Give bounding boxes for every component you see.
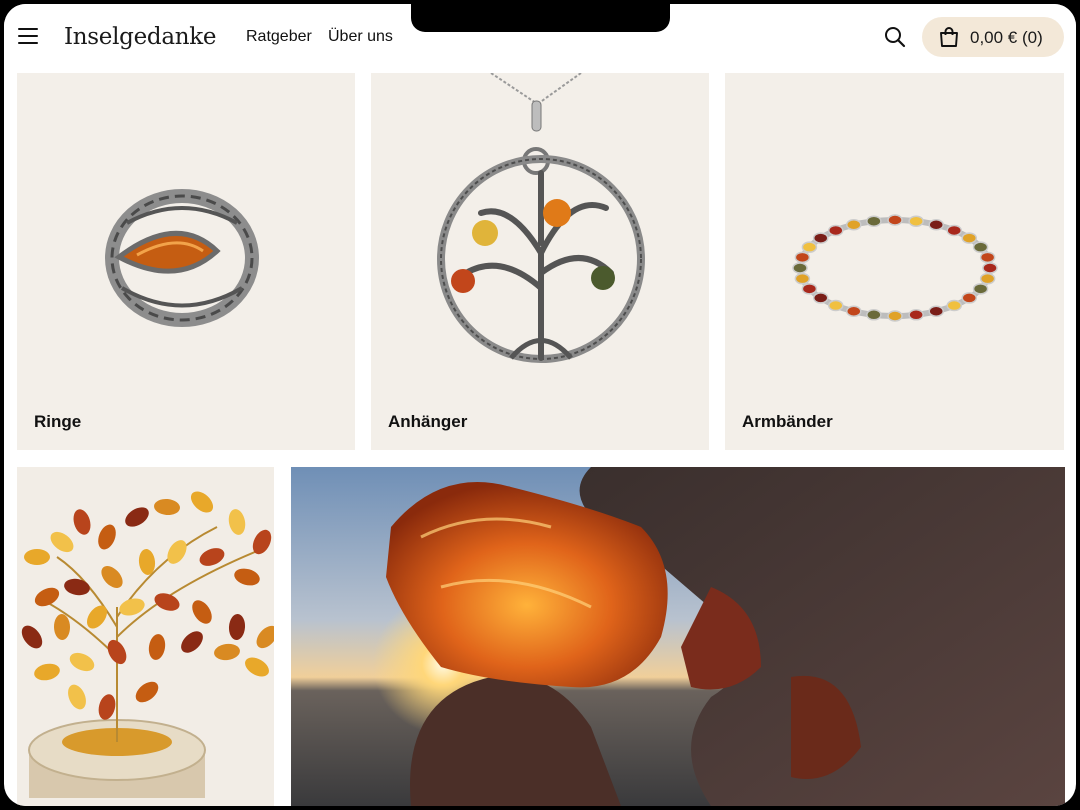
bracelet-stone <box>972 283 989 295</box>
amber-leaf <box>190 491 214 513</box>
amber-leaf <box>21 625 43 649</box>
amber-leaf <box>53 614 71 640</box>
nav-link-ueber-uns[interactable]: Über uns <box>328 28 393 46</box>
bracelet-stone <box>794 251 811 264</box>
amber-tree-image <box>21 491 274 798</box>
bracelet-stone <box>961 292 978 304</box>
bracelet-stone <box>828 299 844 312</box>
bracelet-stone <box>801 283 818 295</box>
amber-leaf <box>73 509 91 535</box>
amber-leaf <box>64 578 90 596</box>
category-tile-armbaender[interactable]: Armbänder <box>725 73 1064 450</box>
bracelet-stone <box>794 272 811 285</box>
bracelet-stone <box>979 272 996 285</box>
shopping-bag-icon <box>940 27 958 47</box>
amber-leaf <box>98 524 116 550</box>
bracelet-stone <box>801 241 818 253</box>
amber-leaf <box>245 657 269 677</box>
amber-leaf <box>256 625 274 649</box>
bracelet-stone <box>846 219 862 231</box>
nav-link-ratgeber[interactable]: Ratgeber <box>246 28 312 46</box>
cart-total: 0,00 € (0) <box>970 28 1043 47</box>
ring-image <box>105 189 259 327</box>
amber-leaf <box>34 587 60 607</box>
amber-leaf <box>34 663 60 681</box>
amber-leaf <box>228 509 246 535</box>
amber-leaf <box>192 600 212 624</box>
amber-leaf <box>50 531 74 553</box>
amber-sunset-banner[interactable] <box>291 467 1065 806</box>
bracelet-stone <box>928 219 944 231</box>
bracelet-stone <box>812 232 829 244</box>
category-label-anhaenger: Anhänger <box>388 412 468 431</box>
category-label-armbaender: Armbänder <box>742 412 833 431</box>
bracelet-stone <box>908 215 924 227</box>
amber-leaf <box>181 631 203 653</box>
bracelet-stone <box>972 241 989 253</box>
cart-button[interactable]: 0,00 € (0) <box>922 17 1064 57</box>
bracelet-stone <box>846 305 862 317</box>
amber-tree-tile[interactable] <box>17 467 274 806</box>
bracelet-stone <box>946 299 962 312</box>
amber-leaf <box>148 634 166 660</box>
device-frame: Inselgedanke Ratgeber Über uns 0,00 € (0… <box>4 4 1076 806</box>
bracelet-stone <box>979 251 996 264</box>
amber-leaf <box>86 605 108 629</box>
bracelet-image <box>792 214 998 322</box>
search-icon[interactable] <box>884 26 906 48</box>
hamburger-menu-icon[interactable] <box>18 28 38 44</box>
bracelet-stone <box>887 310 903 322</box>
amber-leaf <box>154 498 180 516</box>
amber-leaf <box>68 684 86 710</box>
bracelet-stone <box>828 224 844 237</box>
amber-leaf <box>107 639 127 665</box>
category-label-ringe: Ringe <box>34 412 82 431</box>
amber-leaf <box>125 507 149 527</box>
bracelet-stone <box>908 309 924 321</box>
amber-leaf <box>154 593 180 611</box>
bracelet-stone <box>812 292 829 304</box>
amber-leaf <box>167 540 187 564</box>
bracelet-stone <box>928 305 944 317</box>
category-tile-anhaenger[interactable]: Anhänger <box>371 73 709 450</box>
bracelet-stone <box>866 309 882 321</box>
amber-leaf <box>234 568 260 586</box>
amber-sunset-photo <box>291 467 1065 806</box>
bracelet-stone <box>887 214 903 226</box>
amber-leaf <box>98 694 116 720</box>
amber-leaf <box>214 643 240 661</box>
amber-leaf <box>135 681 159 703</box>
amber-leaf <box>228 614 246 640</box>
bracelet-stone <box>961 232 978 244</box>
site-logo[interactable]: Inselgedanke <box>64 24 217 50</box>
tree-pendant-image <box>437 73 645 363</box>
amber-leaf <box>101 566 123 588</box>
amber-leaf <box>24 549 50 565</box>
amber-leaf <box>69 652 95 672</box>
bracelet-stone <box>792 262 808 274</box>
bracelet-stone <box>982 262 998 274</box>
category-tile-ringe[interactable]: Ringe <box>17 73 355 450</box>
bracelet-stone <box>946 224 962 237</box>
camera-notch <box>411 4 670 32</box>
bracelet-stone <box>866 215 882 227</box>
